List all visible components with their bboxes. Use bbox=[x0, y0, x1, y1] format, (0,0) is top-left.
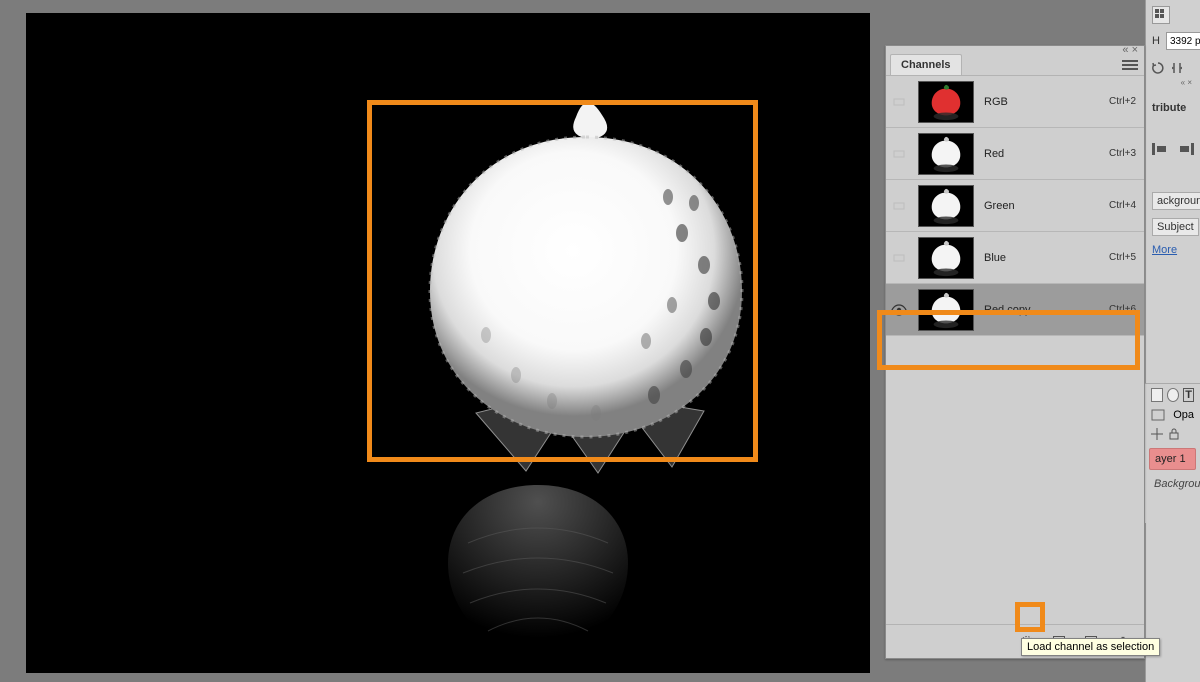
channel-row-green[interactable]: Green Ctrl+4 bbox=[886, 180, 1144, 232]
channel-list: RGB Ctrl+2 Red Ctrl+3 Green Ctrl+4 Blue … bbox=[886, 76, 1144, 624]
layer-layer1[interactable]: ayer 1 bbox=[1149, 448, 1196, 470]
visibility-toggle[interactable] bbox=[890, 93, 908, 111]
layer-background[interactable]: Background bbox=[1149, 474, 1196, 494]
layers-strip: T Opa ayer 1 Background bbox=[1145, 383, 1200, 523]
move-icon[interactable] bbox=[1151, 428, 1163, 440]
lock-icon[interactable] bbox=[1168, 428, 1180, 440]
align-right-icon[interactable] bbox=[1178, 142, 1194, 156]
channel-shortcut: Ctrl+6 bbox=[1109, 304, 1136, 315]
channel-shortcut: Ctrl+4 bbox=[1109, 200, 1136, 211]
channel-name: RGB bbox=[984, 96, 1099, 108]
channel-row-rgb[interactable]: RGB Ctrl+2 bbox=[886, 76, 1144, 128]
properties-strip: H Y « × tribute ackground Subject More bbox=[1145, 0, 1200, 682]
H-label: H bbox=[1152, 35, 1160, 47]
align-left-icon[interactable] bbox=[1152, 142, 1168, 156]
channel-thumbnail bbox=[918, 237, 974, 279]
channel-name: Green bbox=[984, 200, 1099, 212]
square-icon[interactable] bbox=[1151, 388, 1163, 402]
height-field[interactable] bbox=[1166, 32, 1200, 50]
channel-name: Blue bbox=[984, 252, 1099, 264]
channel-name: Red bbox=[984, 148, 1099, 160]
opacity-label: Opa bbox=[1173, 409, 1194, 421]
channel-row-blue[interactable]: Blue Ctrl+5 bbox=[886, 232, 1144, 284]
canvas[interactable] bbox=[26, 13, 870, 673]
tooltip: Load channel as selection bbox=[1021, 638, 1160, 656]
select-subject-button[interactable]: Subject bbox=[1152, 218, 1199, 236]
channel-row-red-copy[interactable]: Red copy Ctrl+6 bbox=[886, 284, 1144, 336]
channels-panel: « × Channels RGB Ctrl+2 Red Ctrl+3 G bbox=[885, 45, 1145, 659]
more-link[interactable]: More bbox=[1152, 244, 1177, 256]
panel-collapse-icon[interactable]: « × bbox=[1181, 78, 1192, 86]
attribute-header: tribute bbox=[1146, 86, 1200, 118]
channel-name: Red copy bbox=[984, 304, 1099, 316]
rotate-icon[interactable] bbox=[1152, 62, 1164, 74]
channel-shortcut: Ctrl+5 bbox=[1109, 252, 1136, 263]
pixel-layer-icon[interactable] bbox=[1151, 409, 1165, 421]
channel-row-red[interactable]: Red Ctrl+3 bbox=[886, 128, 1144, 180]
visibility-toggle[interactable] bbox=[890, 249, 908, 267]
channel-shortcut: Ctrl+3 bbox=[1109, 148, 1136, 159]
circle-icon[interactable] bbox=[1167, 388, 1179, 402]
panel-menu-icon[interactable] bbox=[1122, 58, 1138, 72]
tab-channels[interactable]: Channels bbox=[890, 54, 962, 75]
channel-shortcut: Ctrl+2 bbox=[1109, 96, 1136, 107]
type-icon[interactable]: T bbox=[1183, 388, 1194, 402]
flip-h-icon[interactable] bbox=[1172, 62, 1182, 74]
channel-thumbnail bbox=[918, 289, 974, 331]
channel-thumbnail bbox=[918, 81, 974, 123]
channel-thumbnail bbox=[918, 133, 974, 175]
grid-icon[interactable] bbox=[1152, 6, 1170, 24]
select-background-button[interactable]: ackground bbox=[1152, 192, 1200, 210]
visibility-toggle[interactable] bbox=[890, 145, 908, 163]
channel-thumbnail bbox=[918, 185, 974, 227]
visibility-toggle[interactable] bbox=[890, 197, 908, 215]
visibility-toggle[interactable] bbox=[890, 301, 908, 319]
